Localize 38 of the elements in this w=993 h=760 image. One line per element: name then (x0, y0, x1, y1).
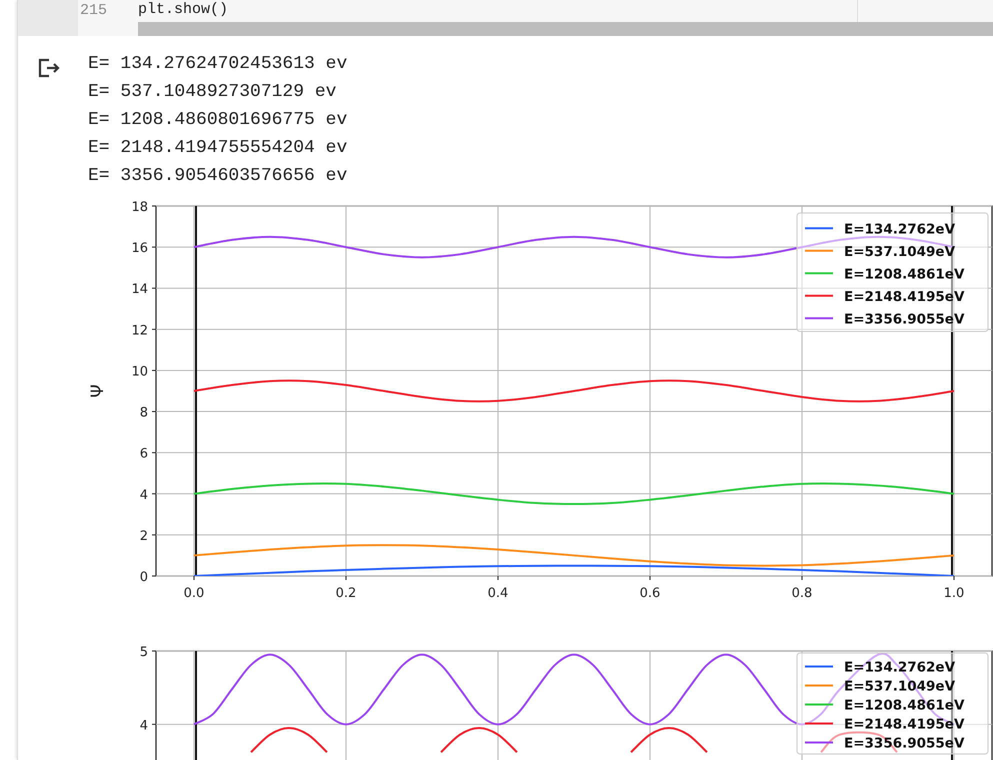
axis-tick-label: 18 (131, 200, 148, 215)
output-line: E= 134.27624702453613 ev (88, 53, 348, 76)
axis-tick-label: 0.2 (336, 586, 356, 601)
axis-tick-label: 6 (140, 446, 148, 462)
axis-tick-label: 10 (131, 364, 148, 380)
output-icon[interactable] (38, 58, 60, 78)
axis-tick-label: 16 (131, 241, 148, 256)
axis-tick-label: 0.8 (792, 586, 812, 601)
line-number: 215 (79, 1, 108, 21)
axis-tick-label: 14 (131, 282, 148, 298)
axis-tick-label: 12 (131, 323, 148, 338)
axis-label: Ψ (88, 384, 108, 398)
legend-label: E=1208.4861eV (844, 698, 964, 714)
legend-label: E=134.2762eV (844, 221, 956, 238)
legend-label: E=537.1049eV (844, 678, 956, 694)
axis-tick-label: 5 (140, 645, 148, 660)
legend-label: E=134.2762eV (844, 660, 956, 676)
axis-tick-label: 0.4 (488, 586, 508, 601)
axis-tick-label: 1.0 (944, 586, 964, 601)
axis-tick-label: 8 (140, 406, 148, 421)
axis-tick-label: 0 (140, 570, 148, 585)
axis-tick-label: 2 (140, 528, 148, 544)
legend-label: E=1208.4861eV (844, 266, 964, 282)
output-line: E= 1208.4860801696775 ev (88, 109, 348, 132)
axis-tick-label: 4 (140, 718, 148, 734)
legend-label: E=2148.4195eV (844, 716, 964, 732)
legend-label: E=3356.9055eV (844, 736, 964, 752)
output-line: E= 3356.9054603576656 ev (88, 165, 348, 188)
output-line: E= 537.1048927307129 ev (88, 81, 338, 104)
legend-label: E=3356.9055eV (844, 311, 964, 328)
axis-tick-label: 0.6 (640, 586, 660, 601)
legend-label: E=537.1049eV (844, 244, 956, 260)
horizontal-scrollbar[interactable] (138, 22, 993, 36)
code-cell[interactable]: 215 plt.show() (18, 0, 993, 36)
axis-tick-label: 4 (140, 488, 148, 503)
legend-label: E=2148.4195eV (844, 288, 964, 305)
output-line: E= 2148.4194755554204 ev (88, 137, 348, 160)
axis-tick-label: 0.0 (184, 586, 204, 601)
